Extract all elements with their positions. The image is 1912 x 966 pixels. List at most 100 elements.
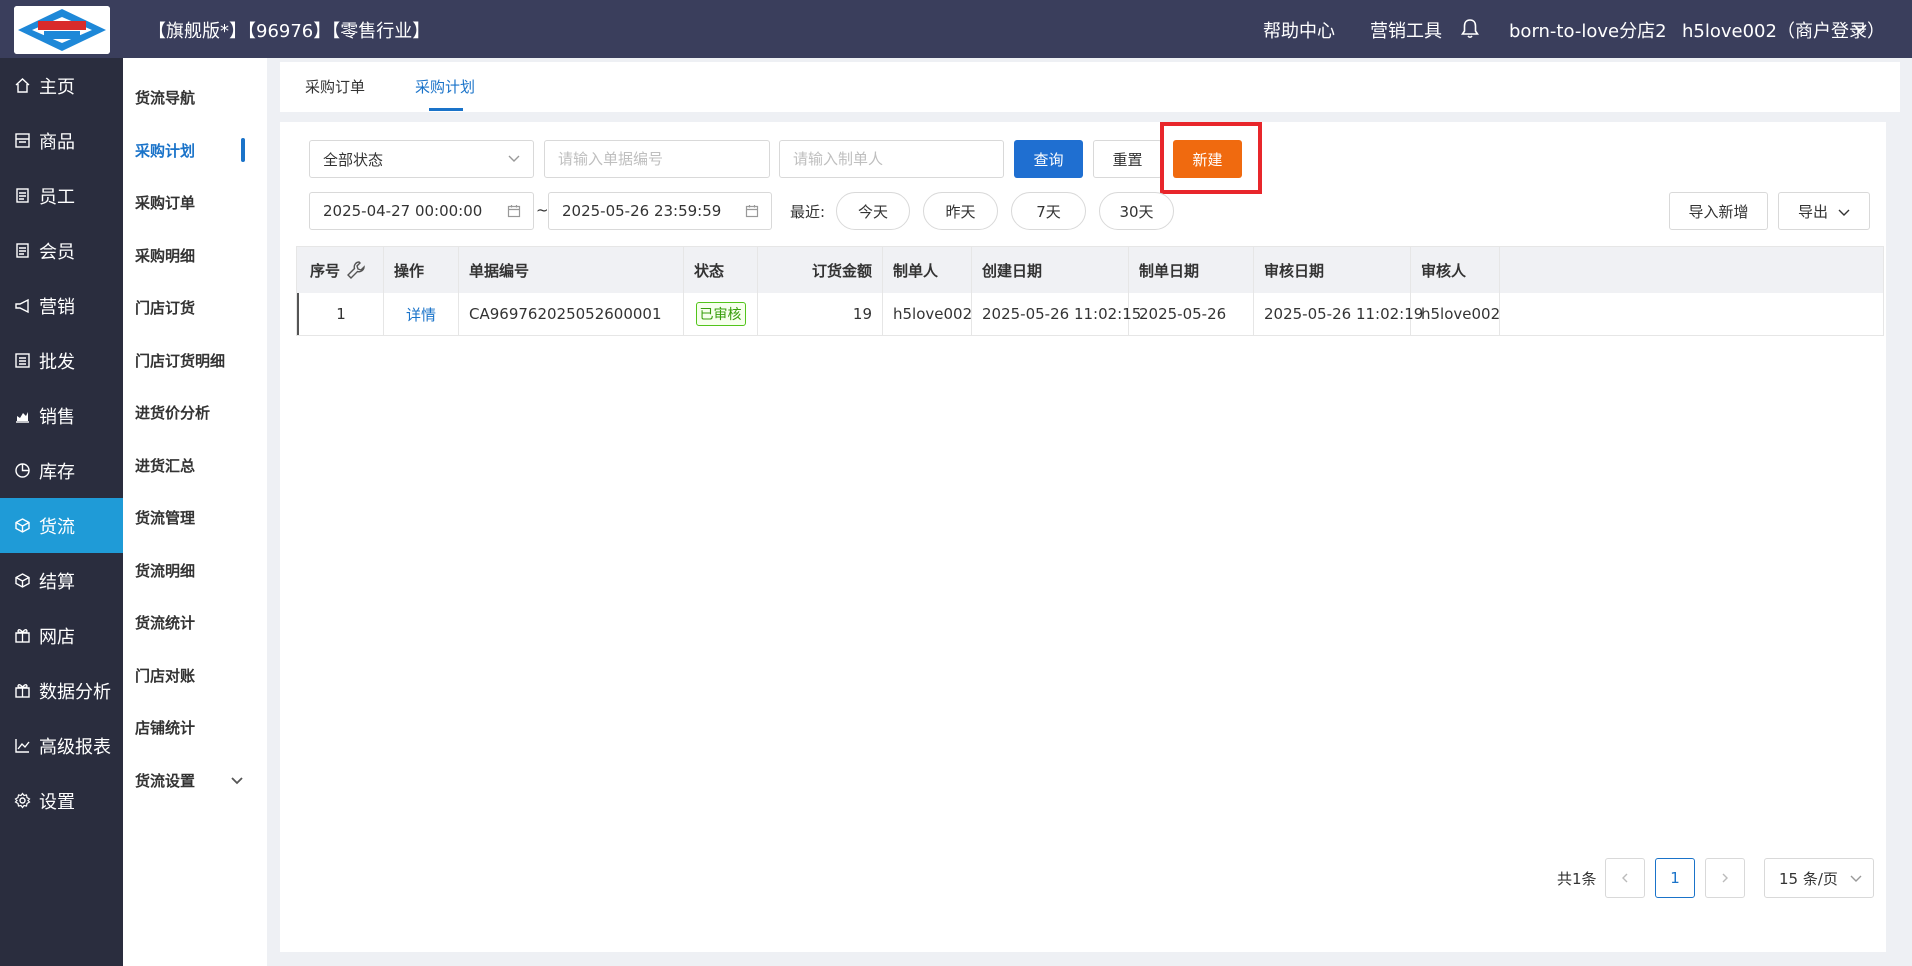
status-select-value: 全部状态 — [323, 150, 384, 169]
chevron-right-icon — [1722, 873, 1728, 883]
subnav-item-logistics-settings[interactable]: 货流设置 — [135, 770, 195, 791]
column-header-created: 创建日期 — [972, 247, 1129, 293]
nav-item-member[interactable]: 会员 — [0, 223, 123, 278]
aibao-logo[interactable] — [14, 6, 110, 54]
store-selector[interactable]: born-to-love分店2 — [1509, 17, 1667, 43]
status-select[interactable]: 全部状态 — [309, 140, 534, 178]
nav-label: 网店 — [39, 626, 75, 648]
goods-icon — [15, 133, 30, 148]
subnav-item-purchase-plan[interactable]: 采购计划 — [135, 140, 195, 161]
page-size-value: 15 条/页 — [1779, 869, 1838, 888]
pagination-total: 共1条 — [1557, 870, 1597, 888]
nav-label: 数据分析 — [39, 681, 111, 703]
edition-info: 【旗舰版*】【96976】【零售行业】 — [148, 21, 431, 42]
cell-creator: h5love002 — [883, 293, 972, 335]
sales-chart-icon — [16, 412, 29, 423]
nav-label: 批发 — [39, 351, 75, 373]
cell-action: 详情 — [384, 293, 459, 335]
quick-today-button[interactable]: 今天 — [836, 192, 910, 230]
purchase-plan-table: 序号 操作 单据编号 状态 订货金额 制单人 创建日期 制单日期 审核日期 审核… — [296, 246, 1884, 336]
column-header-auditor: 审核人 — [1411, 247, 1500, 293]
subnav-item-store-order[interactable]: 门店订货 — [135, 297, 195, 318]
subnav-item-purchase-detail[interactable]: 采购明细 — [135, 245, 195, 266]
order-no-input[interactable] — [558, 150, 769, 168]
subnav-item-purchase-summary[interactable]: 进货汇总 — [135, 455, 195, 476]
subnav-item-store-order-detail[interactable]: 门店订货明细 — [135, 350, 225, 371]
column-header-index: 序号 — [297, 247, 384, 293]
date-end-picker[interactable]: 2025-05-26 23:59:59 — [548, 192, 772, 230]
nav-item-sales[interactable]: 销售 — [0, 388, 123, 443]
date-range-separator: ~ — [536, 201, 549, 219]
subnav-item-logistics-nav[interactable]: 货流导航 — [135, 87, 195, 108]
import-new-button[interactable]: 导入新增 — [1669, 192, 1768, 230]
gift-icon — [15, 629, 30, 643]
nav-item-marketing[interactable]: 营销 — [0, 278, 123, 333]
status-badge: 已审核 — [695, 302, 746, 326]
subnav-item-shop-stats[interactable]: 店铺统计 — [135, 717, 195, 738]
subnav-item-logistics-manage[interactable]: 货流管理 — [135, 507, 195, 528]
quick-30days-button[interactable]: 30天 — [1099, 192, 1174, 230]
subnav-item-purchase-order[interactable]: 采购订单 — [135, 192, 195, 213]
nav-item-goods[interactable]: 商品 — [0, 113, 123, 168]
nav-item-data-analysis[interactable]: 数据分析 — [0, 663, 123, 718]
prev-page-button[interactable] — [1605, 858, 1645, 898]
cell-order-no: CA969762025052600001 — [459, 293, 684, 335]
highlight-box — [1160, 122, 1262, 194]
logistics-icon — [15, 518, 30, 533]
marketing-tools-link[interactable]: 营销工具 — [1370, 17, 1442, 43]
nav-item-advanced-reports[interactable]: 高级报表 — [0, 718, 123, 773]
pie-chart-icon — [15, 463, 30, 478]
nav-label: 设置 — [39, 791, 75, 813]
column-header-action: 操作 — [384, 247, 459, 293]
cell-index: 1 — [299, 293, 384, 335]
nav-item-staff[interactable]: 员工 — [0, 168, 123, 223]
tab-purchase-plan[interactable]: 采购计划 — [415, 76, 475, 97]
help-center-link[interactable]: 帮助中心 — [1263, 17, 1335, 43]
subnav-item-price-analysis[interactable]: 进货价分析 — [135, 402, 210, 423]
column-header-label: 序号 — [310, 261, 341, 280]
bell-icon[interactable] — [1460, 18, 1480, 40]
nav-item-settlement[interactable]: 结算 — [0, 553, 123, 608]
nav-label: 员工 — [39, 186, 75, 208]
creator-input[interactable] — [793, 150, 1003, 168]
date-end-value: 2025-05-26 23:59:59 — [562, 202, 722, 220]
nav-item-inventory[interactable]: 库存 — [0, 443, 123, 498]
subnav-item-store-reconcile[interactable]: 门店对账 — [135, 665, 195, 686]
detail-link[interactable]: 详情 — [406, 304, 436, 325]
table-row: 1 详情 CA969762025052600001 已审核 19 h5love0… — [297, 293, 1883, 335]
nav-item-online-store[interactable]: 网店 — [0, 608, 123, 663]
cell-auditor: h5love002 — [1411, 293, 1500, 335]
chevron-left-icon — [1622, 873, 1628, 883]
quick-7days-button[interactable]: 7天 — [1011, 192, 1086, 230]
cell-made-date: 2025-05-26 — [1129, 293, 1254, 335]
subnav-active-indicator — [241, 138, 245, 162]
reset-button[interactable]: 重置 — [1093, 140, 1162, 178]
staff-icon — [16, 188, 29, 203]
next-page-button[interactable] — [1705, 858, 1745, 898]
nav-item-logistics[interactable]: 货流 — [0, 498, 123, 553]
tab-active-underline — [429, 108, 463, 111]
nav-item-wholesale[interactable]: 批发 — [0, 333, 123, 388]
creator-field[interactable] — [779, 140, 1004, 178]
cell-amount: 19 — [758, 293, 883, 335]
column-header-made-date: 制单日期 — [1129, 247, 1254, 293]
order-no-field[interactable] — [544, 140, 770, 178]
query-button[interactable]: 查询 — [1014, 140, 1083, 178]
quick-yesterday-button[interactable]: 昨天 — [923, 192, 998, 230]
chevron-down-icon[interactable] — [1852, 20, 1868, 36]
nav-item-home[interactable]: 主页 — [0, 58, 123, 113]
tab-purchase-order[interactable]: 采购订单 — [305, 76, 365, 97]
date-start-picker[interactable]: 2025-04-27 00:00:00 — [309, 192, 534, 230]
tab-bar: 采购订单 采购计划 — [280, 62, 1900, 112]
nav-label: 主页 — [39, 76, 75, 98]
nav-item-settings[interactable]: 设置 — [0, 773, 123, 828]
subnav-item-logistics-stats[interactable]: 货流统计 — [135, 612, 195, 633]
page-number-button[interactable]: 1 — [1655, 858, 1695, 898]
subnav-item-logistics-detail[interactable]: 货流明细 — [135, 560, 195, 581]
wrench-icon[interactable] — [346, 260, 366, 280]
cell-audit-date: 2025-05-26 11:02:19 — [1254, 293, 1423, 335]
export-button[interactable]: 导出 — [1778, 192, 1870, 230]
chevron-down-icon[interactable] — [230, 774, 244, 788]
page-size-select[interactable]: 15 条/页 — [1764, 858, 1874, 898]
main-sidebar: 主页 商品 员工 会员 营销 批发 销售 库存 货流 结算 网店 数据分析 高级… — [0, 58, 123, 966]
